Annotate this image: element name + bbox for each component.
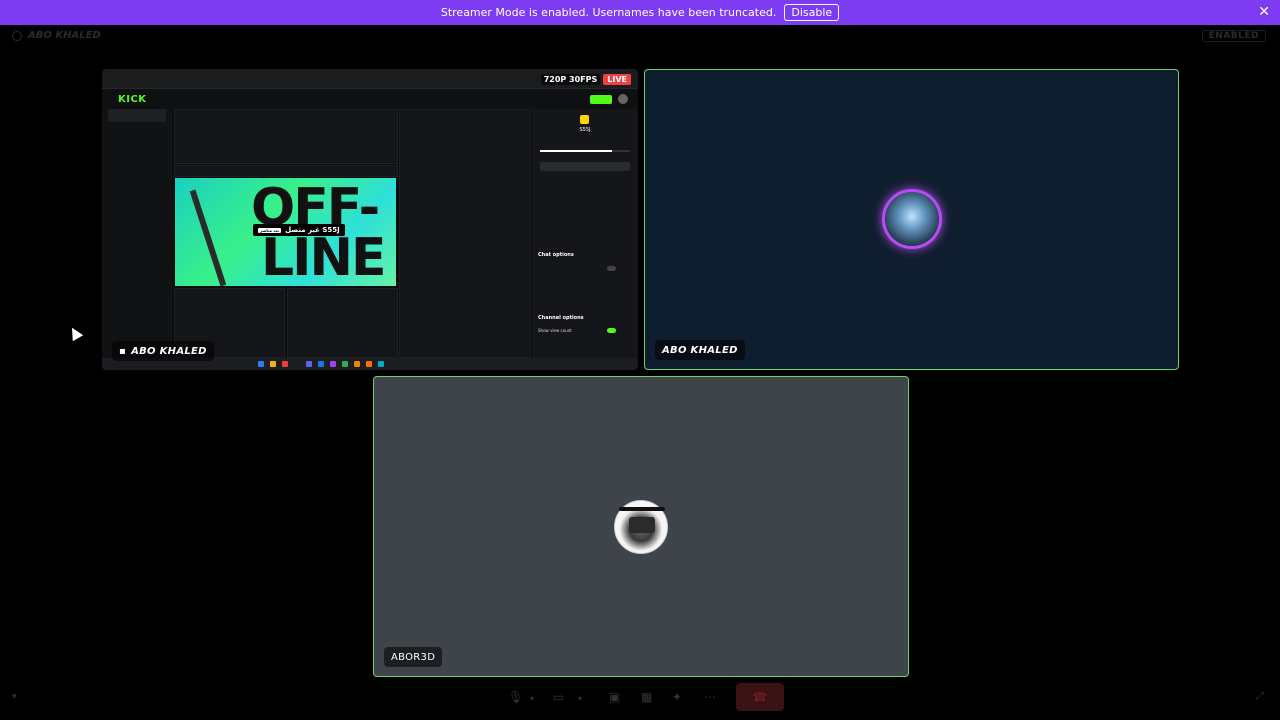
sidebar-item bbox=[108, 187, 166, 200]
stream-preview-header bbox=[174, 165, 398, 177]
kick-logo: KICK bbox=[118, 94, 147, 105]
kick-header: KICK bbox=[102, 89, 638, 109]
screen-share-label: ▪ ABO KHALED bbox=[112, 341, 214, 361]
taskbar-app-icon bbox=[282, 361, 288, 367]
activity-icon[interactable]: ✦ bbox=[672, 690, 682, 704]
end-call-button[interactable]: ☎ bbox=[736, 683, 784, 711]
participant-label: ABOR3D bbox=[384, 647, 443, 667]
mouse-cursor bbox=[66, 324, 84, 342]
taskbar-app-icon bbox=[270, 361, 276, 367]
camera-icon[interactable]: ▭ bbox=[553, 690, 564, 704]
avatar bbox=[614, 500, 668, 554]
voice-channel-icon bbox=[12, 30, 22, 41]
taskbar-app-icon bbox=[306, 361, 312, 367]
chevron-down-icon[interactable]: ▾ bbox=[578, 694, 582, 703]
microphone-icon[interactable]: 🎙 bbox=[508, 690, 523, 704]
close-icon[interactable]: ✕ bbox=[1258, 4, 1270, 20]
participant-name: ABOR3D bbox=[391, 651, 436, 663]
taskbar-app-icon bbox=[330, 361, 336, 367]
enabled-badge[interactable]: ENABLED bbox=[1201, 30, 1266, 42]
channel-header: ABO KHALED bbox=[12, 30, 101, 41]
chat-panel bbox=[399, 109, 531, 358]
live-pill: بث مباشر bbox=[258, 227, 282, 233]
participant-tile-abo-khaled[interactable]: ABO KHALED bbox=[644, 69, 1179, 370]
chat-toggle bbox=[607, 266, 616, 271]
taskbar-app-icon bbox=[354, 361, 360, 367]
live-badge: LIVE bbox=[603, 74, 631, 85]
channel-name: ABO KHALED bbox=[28, 30, 101, 41]
screen-share-tile[interactable]: KICK OFF- LINE بث مباشر غير متصل S55J S5… bbox=[102, 69, 638, 370]
star-icon bbox=[580, 115, 589, 124]
banner-message: Streamer Mode is enabled. Usernames have… bbox=[440, 6, 777, 19]
channel-options-heading: Channel options bbox=[538, 315, 584, 321]
streamer-name: S55J bbox=[579, 127, 591, 133]
show-view-count-label: Show view count bbox=[538, 328, 572, 333]
avatar bbox=[618, 94, 628, 104]
call-controls: 🎙 ▾ ▭ ▾ ▣ ▦ ✦ ⋯ ▾ ⤢ bbox=[0, 685, 1280, 709]
kick-go-live-button bbox=[590, 95, 612, 104]
sidebar-item bbox=[108, 200, 166, 213]
offline-text-bottom: LINE bbox=[261, 228, 387, 286]
claim-button bbox=[540, 162, 630, 171]
chevron-down-icon[interactable]: ▾ bbox=[530, 694, 534, 703]
avatar bbox=[885, 192, 939, 246]
sidebar-item bbox=[108, 174, 166, 187]
taskbar-app-icon bbox=[378, 361, 384, 367]
start-icon bbox=[258, 361, 264, 367]
kick-sidebar bbox=[102, 109, 172, 359]
participant-name: ABO KHALED bbox=[662, 344, 738, 356]
sidebar-item bbox=[108, 135, 166, 148]
offline-badge-text: غير متصل S55J bbox=[285, 226, 340, 234]
pole-graphic bbox=[189, 189, 227, 286]
view-count-toggle bbox=[607, 328, 616, 333]
resolution-label: 720P 30FPS bbox=[540, 74, 601, 85]
screen-share-username: ABO KHALED bbox=[131, 345, 207, 357]
avatar-band bbox=[619, 507, 665, 511]
more-icon[interactable]: ⋯ bbox=[704, 690, 716, 704]
chevron-down-icon[interactable]: ▾ bbox=[12, 692, 17, 702]
session-info-panel bbox=[174, 109, 398, 164]
stream-quality-badge: 720P 30FPS LIVE bbox=[540, 74, 631, 85]
progress-bar bbox=[540, 150, 630, 152]
offline-preview: OFF- LINE بث مباشر غير متصل S55J bbox=[175, 178, 396, 286]
sidebar-item bbox=[108, 148, 166, 161]
fullscreen-icon[interactable]: ⤢ bbox=[1256, 691, 1264, 702]
avatar-tank bbox=[629, 517, 655, 533]
taskbar-app-icon bbox=[366, 361, 372, 367]
streamer-mode-banner: Streamer Mode is enabled. Usernames have… bbox=[0, 0, 1280, 25]
participant-tile-abor3d[interactable]: ABOR3D bbox=[373, 376, 909, 677]
participant-label: ABO KHALED bbox=[655, 340, 745, 360]
moderation-panel bbox=[287, 288, 398, 358]
end-call-icon: ☎ bbox=[752, 690, 768, 704]
chat-options-heading: Chat options bbox=[538, 252, 574, 258]
kick-right-panel: S55J Chat options Channel options Show v… bbox=[532, 109, 638, 359]
screen-share-icon[interactable]: ▣ bbox=[609, 690, 620, 704]
call-header: ABO KHALED ENABLED bbox=[0, 28, 1280, 46]
taskbar-app-icon bbox=[342, 361, 348, 367]
disable-streamer-mode-button[interactable]: Disable bbox=[784, 4, 840, 21]
monitor-icon: ▪ bbox=[119, 345, 127, 357]
sidebar-item bbox=[108, 161, 166, 174]
grid-icon[interactable]: ▦ bbox=[641, 690, 652, 704]
sidebar-item bbox=[108, 122, 166, 135]
taskbar-app-icon bbox=[318, 361, 324, 367]
offline-badge: بث مباشر غير متصل S55J bbox=[253, 224, 345, 236]
sidebar-item bbox=[108, 109, 166, 122]
